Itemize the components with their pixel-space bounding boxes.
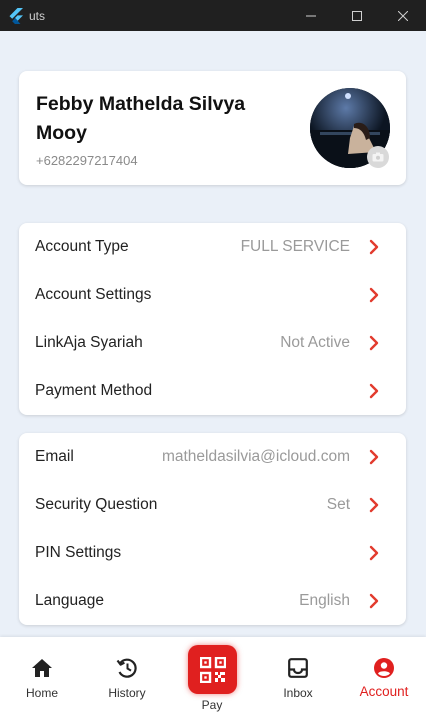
account-settings-label: Account Settings — [35, 286, 152, 303]
flutter-logo-icon — [9, 7, 23, 24]
linkaja-syariah-label: LinkAja Syariah — [35, 334, 143, 351]
account-type-label: Account Type — [35, 238, 129, 255]
payment-method-row[interactable]: Payment Method — [19, 367, 406, 415]
payment-method-label: Payment Method — [35, 382, 153, 399]
qr-code-icon — [199, 656, 226, 683]
language-value: English — [299, 592, 350, 609]
window-title: uts — [29, 8, 46, 23]
bottom-navigation: Home History Pay Inbox Account — [0, 637, 426, 716]
maximize-icon — [352, 10, 362, 21]
nav-pay-label: Pay — [201, 698, 223, 712]
nav-home[interactable]: Home — [0, 637, 84, 716]
account-icon — [374, 658, 394, 678]
chevron-right-icon — [369, 287, 379, 303]
email-label: Email — [35, 448, 74, 465]
linkaja-syariah-row[interactable]: LinkAja Syariah Not Active — [19, 319, 406, 367]
pay-button[interactable] — [188, 645, 237, 694]
chevron-right-icon — [369, 239, 379, 255]
chevron-right-icon — [369, 449, 379, 465]
inbox-icon — [288, 658, 308, 678]
nav-account[interactable]: Account — [342, 637, 426, 716]
chevron-right-icon — [369, 593, 379, 609]
chevron-right-icon — [369, 335, 379, 351]
nav-inbox-label: Inbox — [283, 686, 313, 700]
nav-history-label: History — [108, 686, 146, 700]
security-question-value: Set — [326, 496, 350, 513]
maximize-button[interactable] — [334, 0, 380, 31]
chevron-right-icon — [369, 545, 379, 561]
security-settings-card: Email matheldasilvia@icloud.com Security… — [19, 433, 406, 625]
nav-history[interactable]: History — [85, 637, 169, 716]
email-value: matheldasilvia@icloud.com — [161, 448, 350, 465]
history-icon — [116, 658, 137, 678]
chevron-right-icon — [369, 383, 379, 399]
change-photo-button[interactable] — [367, 146, 389, 168]
camera-icon — [372, 152, 384, 162]
chevron-right-icon — [369, 497, 379, 513]
language-row[interactable]: Language English — [19, 577, 406, 625]
nav-home-label: Home — [25, 686, 58, 700]
account-settings-row[interactable]: Account Settings — [19, 271, 406, 319]
window-titlebar: uts — [0, 0, 426, 31]
close-icon — [398, 10, 408, 21]
pin-settings-label: PIN Settings — [35, 544, 122, 561]
account-type-row[interactable]: Account Type FULL SERVICE — [19, 223, 406, 271]
security-question-row[interactable]: Security Question Set — [19, 481, 406, 529]
security-question-label: Security Question — [35, 496, 158, 513]
profile-card[interactable]: Febby Mathelda Silvya Mooy +628229721740… — [19, 71, 406, 185]
minimize-button[interactable] — [288, 0, 334, 31]
language-label: Language — [35, 592, 104, 609]
linkaja-syariah-value: Not Active — [280, 334, 350, 351]
home-icon — [32, 659, 52, 677]
nav-account-label: Account — [359, 684, 409, 699]
close-button[interactable] — [380, 0, 426, 31]
profile-phone: +6282297217404 — [36, 153, 138, 168]
account-type-value: FULL SERVICE — [240, 238, 350, 255]
account-settings-card: Account Type FULL SERVICE Account Settin… — [19, 223, 406, 415]
minimize-icon — [306, 15, 316, 16]
nav-inbox[interactable]: Inbox — [256, 637, 340, 716]
profile-name: Febby Mathelda Silvya Mooy — [36, 93, 246, 144]
email-row[interactable]: Email matheldasilvia@icloud.com — [19, 433, 406, 481]
pin-settings-row[interactable]: PIN Settings — [19, 529, 406, 577]
